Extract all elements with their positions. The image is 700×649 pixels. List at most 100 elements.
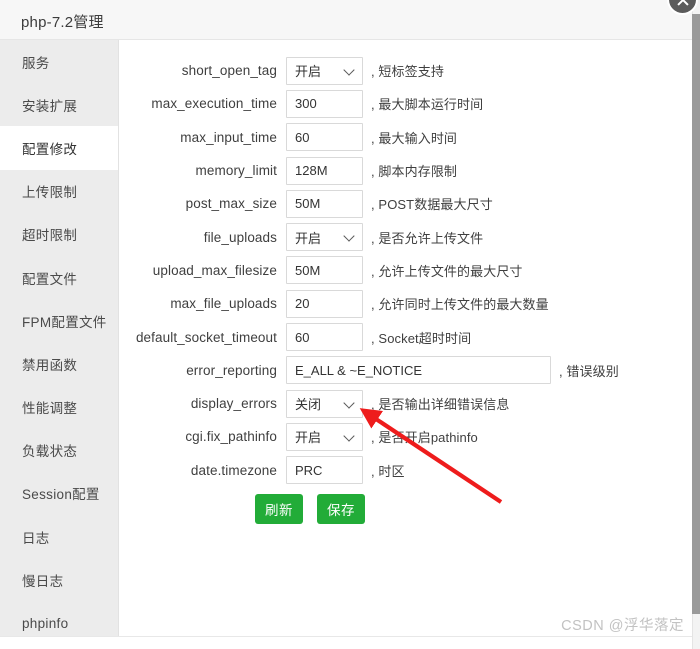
config-row-description: , 错误级别 xyxy=(559,363,619,379)
config-row-label: error_reporting xyxy=(186,362,277,378)
sidebar-item[interactable]: 禁用函数 xyxy=(0,342,118,385)
page-scrollbar-thumb[interactable] xyxy=(692,14,700,614)
refresh-button[interactable]: 刷新 xyxy=(255,493,303,524)
config-row-label: post_max_size xyxy=(185,196,277,212)
config-row-label: default_socket_timeout xyxy=(135,329,277,345)
config-row-description: , 是否允许上传文件 xyxy=(371,230,484,246)
config-value: 128M xyxy=(295,163,328,179)
config-value: PRC xyxy=(295,462,323,478)
main-content: short_open_tag 开启 , 短标签支持 max_execution_tim… xyxy=(120,41,692,636)
sidebar-item[interactable]: 配置修改 xyxy=(0,126,118,170)
config-value: 20 xyxy=(295,296,310,312)
config-select[interactable]: 开启 xyxy=(286,56,363,85)
config-row: post_max_size 50M , POST数据最大尺寸 xyxy=(120,187,692,220)
sidebar-item-label: 禁用函数 xyxy=(22,357,78,373)
config-row: file_uploads 开启 , 是否允许上传文件 xyxy=(120,220,692,253)
config-input[interactable]: 128M xyxy=(286,156,363,185)
config-value: 50M xyxy=(295,196,321,212)
config-select[interactable]: 关闭 xyxy=(286,389,363,418)
config-row-description: , 时区 xyxy=(371,463,405,479)
watermark: CSDN @浮华落定 xyxy=(561,618,684,634)
chevron-down-icon xyxy=(343,230,355,242)
config-row: upload_max_filesize 50M , 允许上传文件的最大尺寸 xyxy=(120,254,692,287)
config-row-description: , 是否输出详细错误信息 xyxy=(371,397,510,413)
config-row-description: , 脚本内存限制 xyxy=(371,164,458,180)
sidebar-item[interactable]: 配置文件 xyxy=(0,256,118,299)
config-value: 关闭 xyxy=(295,397,322,413)
config-row-label: max_input_time xyxy=(180,129,277,145)
chevron-down-icon xyxy=(343,396,355,409)
save-button[interactable]: 保存 xyxy=(317,493,365,524)
config-input[interactable]: 50M xyxy=(286,189,363,218)
config-value: 50M xyxy=(295,262,321,278)
config-input[interactable]: E_ALL & ~E_NOTICE xyxy=(286,356,551,385)
sidebar-item[interactable]: 超时限制 xyxy=(0,213,118,256)
sidebar-item-label: 配置文件 xyxy=(22,271,78,287)
config-row-label: max_file_uploads xyxy=(170,296,277,312)
config-row: display_errors 关闭 , 是否输出详细错误信息 xyxy=(120,387,692,420)
sidebar-item-label: 超时限制 xyxy=(22,228,78,244)
sidebar-item[interactable]: Session配置 xyxy=(0,472,118,515)
sidebar-item-label: 性能调整 xyxy=(22,401,78,417)
chevron-down-icon xyxy=(343,63,355,76)
config-row: date.timezone PRC , 时区 xyxy=(120,454,692,487)
sidebar-item-label: FPM配置文件 xyxy=(22,314,107,330)
config-row: max_file_uploads 20 , 允许同时上传文件的最大数量 xyxy=(120,287,692,320)
config-row-label: max_execution_time xyxy=(151,96,277,112)
config-row-description: , 允许同时上传文件的最大数量 xyxy=(371,297,549,313)
sidebar-item-label: 安装扩展 xyxy=(22,98,78,114)
sidebar-item-label: Session配置 xyxy=(22,487,100,503)
page-scrollbar-track[interactable] xyxy=(692,0,700,649)
config-input[interactable]: 50M xyxy=(286,256,363,285)
config-value: 开启 xyxy=(295,430,322,446)
config-value: 60 xyxy=(295,329,310,345)
config-row-description: , 短标签支持 xyxy=(371,64,444,80)
config-value: 开启 xyxy=(295,230,322,246)
config-select[interactable]: 开启 xyxy=(286,223,363,252)
config-row-label: short_open_tag xyxy=(181,63,277,79)
config-row-label: upload_max_filesize xyxy=(152,262,277,278)
config-row-label: memory_limit xyxy=(195,163,277,179)
sidebar-item[interactable]: FPM配置文件 xyxy=(0,299,118,342)
config-row: short_open_tag 开启 , 短标签支持 xyxy=(120,54,692,87)
sidebar: 服务安装扩展配置修改上传限制超时限制配置文件 FPM配置文件 禁用函数性能调整负载状… xyxy=(0,40,119,636)
sidebar-item-label: 慢日志 xyxy=(22,573,64,589)
config-value: 60 xyxy=(295,129,310,145)
config-input[interactable]: 60 xyxy=(286,323,363,352)
config-select[interactable]: 开启 xyxy=(286,422,363,451)
config-row: cgi.fix_pathinfo 开启 , 是否开启pathinfo xyxy=(120,420,692,453)
sidebar-item[interactable]: 负载状态 xyxy=(0,429,118,472)
sidebar-item[interactable]: 上传限制 xyxy=(0,170,118,213)
window-bottom-edge xyxy=(0,636,692,649)
config-input[interactable]: PRC xyxy=(286,456,363,485)
window-header: php-7.2管理 xyxy=(0,0,692,40)
config-row-description: , 允许上传文件的最大尺寸 xyxy=(371,263,523,279)
config-row-description: , POST数据最大尺寸 xyxy=(371,197,493,213)
config-value: E_ALL & ~E_NOTICE xyxy=(295,362,423,378)
sidebar-item[interactable]: 性能调整 xyxy=(0,386,118,429)
config-input[interactable]: 60 xyxy=(286,123,363,152)
config-value: 300 xyxy=(295,96,317,112)
sidebar-item[interactable]: 日志 xyxy=(0,515,118,558)
config-row-description: , Socket超时时间 xyxy=(371,330,472,346)
config-input[interactable]: 20 xyxy=(286,289,363,318)
sidebar-item-label: 服务 xyxy=(22,55,50,71)
sidebar-item-label: 配置修改 xyxy=(22,141,78,157)
config-row-description: , 最大脚本运行时间 xyxy=(371,97,484,113)
config-value: 开启 xyxy=(295,64,322,80)
config-row: default_socket_timeout 60 , Socket超时时间 xyxy=(120,320,692,353)
sidebar-item-label: 上传限制 xyxy=(22,185,78,201)
config-row: memory_limit 128M , 脚本内存限制 xyxy=(120,154,692,187)
config-row: max_execution_time 300 , 最大脚本运行时间 xyxy=(120,87,692,120)
config-row-label: cgi.fix_pathinfo xyxy=(185,429,277,445)
sidebar-item[interactable]: 慢日志 xyxy=(0,558,118,601)
config-row-description: , 最大输入时间 xyxy=(371,130,458,146)
config-row-label: file_uploads xyxy=(203,229,277,245)
sidebar-item[interactable]: 服务 xyxy=(0,40,118,83)
config-input[interactable]: 300 xyxy=(286,89,363,118)
config-row-label: display_errors xyxy=(190,396,277,412)
sidebar-item[interactable]: 安装扩展 xyxy=(0,83,118,126)
chevron-down-icon xyxy=(343,430,355,442)
config-form: short_open_tag 开启 , 短标签支持 max_execution_tim… xyxy=(120,54,692,524)
config-row-label: date.timezone xyxy=(190,462,277,478)
